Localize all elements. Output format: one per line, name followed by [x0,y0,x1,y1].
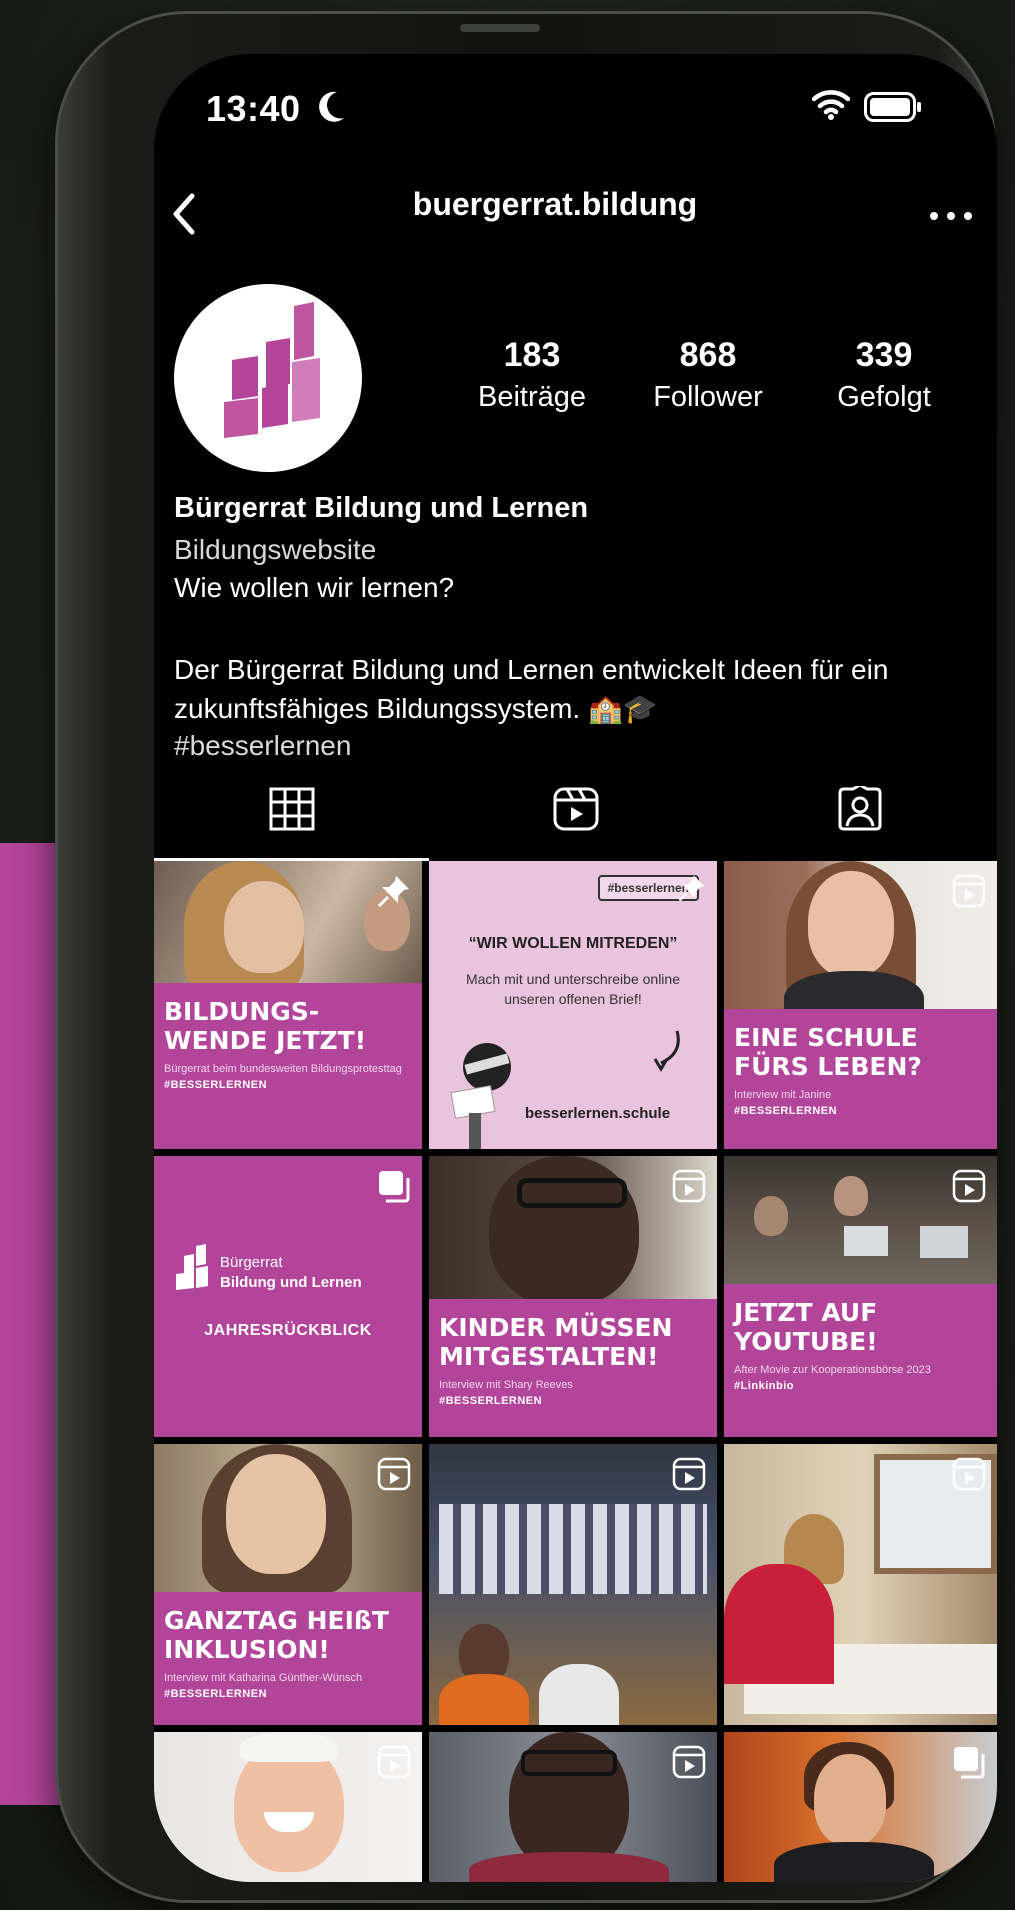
stat-posts-count: 183 [503,336,561,374]
post-title: KINDER MÜSSEN MITGESTALTEN! [439,1313,673,1371]
profile-category[interactable]: Bildungswebsite [174,534,376,566]
reels-icon [952,874,986,908]
carousel-icon [379,1171,410,1203]
stat-followers[interactable]: 868 Follower [618,336,798,414]
reels-icon [672,1169,706,1203]
post-tag: #Linkinbio [734,1380,794,1392]
stat-following-label: Gefolgt [837,381,931,413]
post-title: EINE SCHULE FÜRS LEBEN? [734,1023,922,1081]
stat-followers-count: 868 [679,336,737,374]
profile-name: Bürgerrat Bildung und Lernen [174,492,589,524]
background-stripe [0,843,60,1805]
post-subtitle: Interview mit Shary Reeves [439,1379,573,1391]
reels-icon [952,1169,986,1203]
post-tile[interactable] [724,1732,997,1882]
carousel-icon [954,1747,985,1779]
reels-icon [377,1457,411,1491]
more-options-icon[interactable] [926,206,976,226]
post-tag: #BESSERLERNEN [734,1105,838,1117]
profile-avatar[interactable] [174,284,362,472]
post-title: JETZT AUF YOUTUBE! [734,1298,878,1356]
post-tile[interactable]: Bürgerrat Bildung und Lernen JAHRESRÜCKB… [154,1156,422,1437]
post-tile[interactable] [154,1732,422,1882]
post-photo-crowd [439,1504,707,1594]
tab-tagged[interactable] [722,772,997,842]
profile-hashtag[interactable]: #besserlernen [174,730,351,762]
post-url: besserlernen.schule [525,1105,671,1122]
pin-icon [377,876,409,908]
post-body: Mach mit und unterschreibe online unsere… [465,971,680,1007]
post-logo-line2: Bildung und Lernen [220,1274,362,1291]
tagged-icon [838,786,881,831]
post-banner: GANZTAG HEIßT INKLUSION! Interview mit K… [154,1592,422,1725]
post-tag: #BESSERLERNEN [439,1395,543,1407]
profile-bio: Der Bürgerrat Bildung und Lernen entwick… [174,654,889,724]
stat-posts[interactable]: 183 Beiträge [442,336,622,414]
profile-username: buergerrat.bildung [412,186,698,222]
phone-frame: 13:40 buergerrat.bildung 183 Beiträge 86… [58,14,997,1900]
post-tile[interactable]: BILDUNGS- WENDE JETZT! Bürgerrat beim bu… [154,861,422,1149]
post-tile[interactable]: JETZT AUF YOUTUBE! After Movie zur Koope… [724,1156,997,1437]
battery-icon [864,92,921,122]
post-tile[interactable]: EINE SCHULE FÜRS LEBEN? Interview mit Ja… [724,861,997,1149]
post-banner: BILDUNGS- WENDE JETZT! Bürgerrat beim bu… [154,983,422,1149]
curved-arrow-icon [653,1030,680,1072]
post-tile[interactable] [429,1444,717,1725]
stat-followers-label: Follower [653,381,763,413]
notch [354,54,797,140]
status-time: 13:40 [206,88,301,129]
stat-posts-label: Beiträge [477,381,586,413]
post-banner: JETZT AUF YOUTUBE! After Movie zur Koope… [724,1284,997,1437]
post-tag: #BESSERLERNEN [164,1688,268,1700]
reels-icon [553,787,598,831]
post-banner: KINDER MÜSSEN MITGESTALTEN! Interview mi… [429,1299,717,1437]
post-subtitle: Interview mit Janine [734,1089,832,1101]
reels-icon [377,1745,411,1779]
tab-grid[interactable] [154,772,429,842]
post-caption: JAHRESRÜCKBLICK [204,1322,372,1339]
back-arrow-icon[interactable] [160,184,210,244]
brand-logo-icon [224,302,320,438]
post-subtitle: Interview mit Katharina Günther-Wünsch [164,1672,363,1684]
profile-tagline: Wie wollen wir lernen? [174,572,455,603]
post-title: GANZTAG HEIßT INKLUSION! [164,1606,389,1664]
grid-icon [269,787,314,831]
post-tag: #BESSERLERNEN [164,1079,268,1091]
post-tile[interactable] [429,1732,717,1882]
reels-icon [672,1745,706,1779]
pin-icon [678,875,705,902]
post-tile[interactable] [724,1444,997,1725]
post-tile[interactable]: #besserlernen “WIR WOLLEN MITREDEN” Mach… [429,861,717,1149]
post-banner: EINE SCHULE FÜRS LEBEN? Interview mit Ja… [724,1009,997,1149]
speaker-grille [460,24,540,32]
reels-icon [952,1457,986,1491]
post-logo-line1: Bürgerrat [220,1254,283,1271]
phone-screen: 13:40 buergerrat.bildung 183 Beiträge 86… [154,54,997,1882]
microphone-icon [450,1043,511,1149]
moon-icon [319,91,344,122]
brand-logo-icon [176,1244,208,1290]
post-headline: “WIR WOLLEN MITREDEN” [468,935,678,952]
tab-reels[interactable] [438,772,713,842]
stat-following-count: 339 [855,336,913,374]
post-tile[interactable]: KINDER MÜSSEN MITGESTALTEN! Interview mi… [429,1156,717,1437]
post-title: BILDUNGS- WENDE JETZT! [164,997,367,1055]
reels-icon [672,1457,706,1491]
wifi-icon [812,90,850,120]
post-tile[interactable]: GANZTAG HEIßT INKLUSION! Interview mit K… [154,1444,422,1725]
stat-following[interactable]: 339 Gefolgt [794,336,974,414]
posts-grid: BILDUNGS- WENDE JETZT! Bürgerrat beim bu… [154,861,997,1882]
post-subtitle: After Movie zur Kooperationsbörse 2023 [734,1364,931,1376]
post-subtitle: Bürgerrat beim bundesweiten Bildungsprot… [164,1063,402,1075]
